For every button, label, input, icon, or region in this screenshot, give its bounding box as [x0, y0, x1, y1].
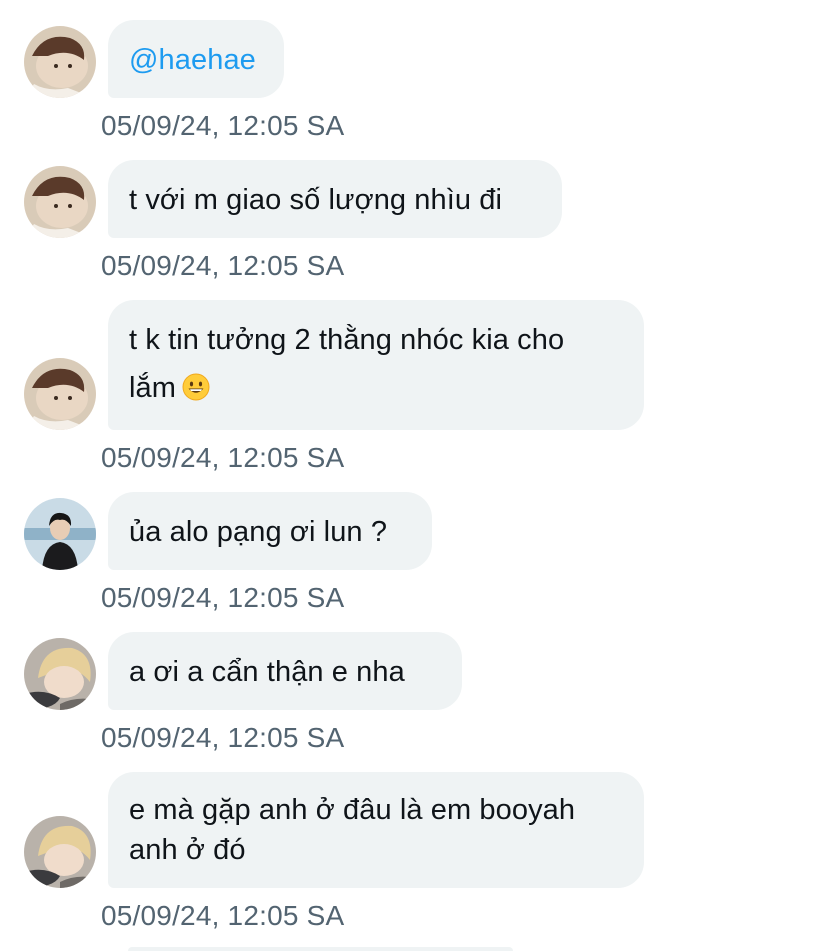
avatar-user-a-image	[24, 358, 96, 430]
avatar[interactable]	[24, 166, 96, 238]
message-timestamp: 05/09/24, 12:05 SA	[101, 442, 345, 473]
message-timestamp: 05/09/24, 12:05 SA	[101, 250, 345, 281]
next-message-bubble-edge	[128, 947, 513, 951]
message-text-line: anh ở đó	[129, 834, 246, 866]
message-bubble[interactable]: @haehae	[108, 20, 284, 98]
message-text-line: e mà gặp anh ở đâu là em booyah	[129, 794, 576, 826]
avatar-user-c-image	[24, 638, 96, 710]
avatar[interactable]	[24, 638, 96, 710]
avatar[interactable]	[24, 498, 96, 570]
message-bubble[interactable]: ủa alo pạng ơi lun ?	[108, 492, 432, 570]
message-bubble[interactable]: a ơi a cẩn thận e nha	[108, 632, 462, 710]
avatar-user-c-image	[24, 816, 96, 888]
avatar[interactable]	[24, 358, 96, 430]
message-timestamp: 05/09/24, 12:05 SA	[101, 110, 345, 141]
message-text-line-2: lắm	[129, 372, 177, 404]
message-text: t với m giao số lượng nhìu đi	[129, 184, 503, 216]
message-text-line: t k tin tưởng 2 thằng nhóc kia cho	[129, 324, 565, 356]
avatar[interactable]	[24, 26, 96, 98]
message-timestamp: 05/09/24, 12:05 SA	[101, 722, 345, 753]
message-text: ủa alo pạng ơi lun ?	[129, 516, 388, 548]
avatar-user-a-image	[24, 26, 96, 98]
message-text: a ơi a cẩn thận e nha	[129, 656, 405, 688]
mention-link[interactable]: @haehae	[129, 44, 256, 76]
message-bubble[interactable]: t với m giao số lượng nhìu đi	[108, 160, 562, 238]
avatar[interactable]	[24, 816, 96, 888]
message-bubble[interactable]: e mà gặp anh ở đâu là em booyah anh ở đó	[108, 772, 644, 888]
avatar-user-a-image	[24, 166, 96, 238]
message-timestamp: 05/09/24, 12:05 SA	[101, 582, 345, 613]
message-timestamp: 05/09/24, 12:05 SA	[101, 900, 345, 931]
grinning-face-emoji-icon	[182, 368, 210, 401]
message-bubble[interactable]: t k tin tưởng 2 thằng nhóc kia cho lắm	[108, 300, 644, 430]
message-text-line: lắm	[129, 364, 622, 412]
avatar-user-b-image	[24, 498, 96, 570]
